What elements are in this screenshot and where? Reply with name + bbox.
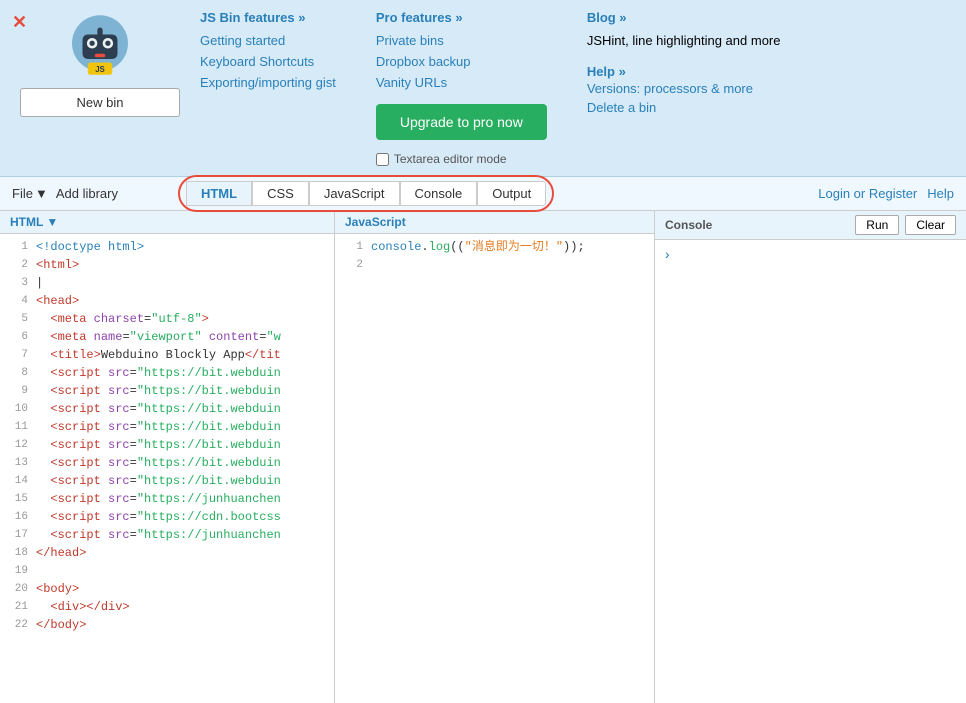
vanity-urls-link[interactable]: Vanity URLs: [376, 75, 547, 90]
code-line-6: 6 <meta name="viewport" content="w: [0, 328, 334, 346]
code-line-21: 21 <div></div>: [0, 598, 334, 616]
js-editor[interactable]: 1 console.log(("消息即为一切！")); 2: [335, 234, 654, 703]
console-output: ›: [655, 240, 966, 703]
code-line-22: 22</body>: [0, 616, 334, 634]
console-title: Console: [665, 218, 712, 232]
console-buttons: Run Clear: [855, 215, 956, 235]
jsbin-logo: JS: [65, 10, 135, 80]
file-label: File: [12, 186, 33, 201]
file-dropdown-icon: ▼: [35, 186, 48, 201]
code-line-10: 10 <script src="https://bit.webduin: [0, 400, 334, 418]
tab-console[interactable]: Console: [400, 181, 478, 206]
code-line-1: 1<!doctype html>: [0, 238, 334, 256]
code-line-15: 15 <script src="https://junhuanchen: [0, 490, 334, 508]
toolbar: File ▼ Add library HTML CSS JavaScript C…: [0, 177, 966, 211]
tab-css[interactable]: CSS: [252, 181, 309, 206]
help-link[interactable]: Help: [927, 186, 954, 201]
run-button[interactable]: Run: [855, 215, 899, 235]
code-line-8: 8 <script src="https://bit.webduin: [0, 364, 334, 382]
versions-link[interactable]: Versions: processors & more: [587, 81, 781, 96]
code-line-14: 14 <script src="https://bit.webduin: [0, 472, 334, 490]
logo-area: JS New bin: [20, 10, 180, 117]
console-panel: Console Run Clear ›: [655, 211, 966, 703]
blog-col: Blog » JSHint, line highlighting and mor…: [587, 10, 781, 166]
code-line-2: 2<html>: [0, 256, 334, 274]
code-line-20: 20<body>: [0, 580, 334, 598]
js-panel-header: JavaScript: [335, 211, 654, 234]
console-arrow: ›: [663, 248, 671, 264]
textarea-mode-checkbox[interactable]: [376, 153, 389, 166]
code-line-17: 17 <script src="https://junhuanchen: [0, 526, 334, 544]
html-panel-title: HTML: [10, 215, 43, 229]
js-code-line-2: 2: [335, 256, 654, 274]
html-panel-dropdown-icon[interactable]: ▼: [46, 215, 58, 229]
add-library-button[interactable]: Add library: [56, 186, 118, 201]
code-line-19: 19: [0, 562, 334, 580]
new-bin-button[interactable]: New bin: [20, 88, 180, 117]
blog-link[interactable]: JSHint, line highlighting and more: [587, 33, 781, 48]
js-code-line-1: 1 console.log(("消息即为一切！"));: [335, 238, 654, 256]
upgrade-button[interactable]: Upgrade to pro now: [376, 104, 547, 140]
textarea-mode-label: Textarea editor mode: [394, 152, 507, 166]
top-navigation: JS New bin JS Bin features » Getting sta…: [0, 0, 966, 177]
login-register-link[interactable]: Login or Register: [818, 186, 917, 201]
clear-button[interactable]: Clear: [905, 215, 956, 235]
keyboard-shortcuts-link[interactable]: Keyboard Shortcuts: [200, 54, 336, 69]
tab-output[interactable]: Output: [477, 181, 546, 206]
code-line-5: 5 <meta charset="utf-8">: [0, 310, 334, 328]
code-line-18: 18</head>: [0, 544, 334, 562]
svg-text:JS: JS: [95, 65, 105, 74]
code-line-11: 11 <script src="https://bit.webduin: [0, 418, 334, 436]
file-menu[interactable]: File ▼: [12, 186, 48, 201]
private-bins-link[interactable]: Private bins: [376, 33, 547, 48]
code-line-4: 4<head>: [0, 292, 334, 310]
pro-features-col: Pro features » Private bins Dropbox back…: [376, 10, 547, 166]
code-line-13: 13 <script src="https://bit.webduin: [0, 454, 334, 472]
jsbin-features-col: JS Bin features » Getting started Keyboa…: [200, 10, 336, 166]
jsbin-features-title: JS Bin features »: [200, 10, 336, 25]
delete-bin-link[interactable]: Delete a bin: [587, 100, 781, 115]
tab-html[interactable]: HTML: [186, 181, 252, 206]
tab-group: HTML CSS JavaScript Console Output: [186, 181, 546, 206]
js-panel-title: JavaScript: [345, 215, 406, 229]
code-line-7: 7 <title>Webduino Blockly App</tit: [0, 346, 334, 364]
nav-columns: JS Bin features » Getting started Keyboa…: [200, 10, 946, 166]
console-header: Console Run Clear: [655, 211, 966, 240]
code-line-9: 9 <script src="https://bit.webduin: [0, 382, 334, 400]
toolbar-right: Login or Register Help: [818, 186, 954, 201]
exporting-link[interactable]: Exporting/importing gist: [200, 75, 336, 90]
help-title: Help »: [587, 64, 781, 79]
html-panel: HTML ▼ 1<!doctype html> 2<html> 3| 4<hea…: [0, 211, 335, 703]
code-line-16: 16 <script src="https://cdn.bootcss: [0, 508, 334, 526]
close-button[interactable]: ✕: [12, 12, 27, 33]
code-line-3: 3|: [0, 274, 334, 292]
dropbox-backup-link[interactable]: Dropbox backup: [376, 54, 547, 69]
getting-started-link[interactable]: Getting started: [200, 33, 336, 48]
code-line-12: 12 <script src="https://bit.webduin: [0, 436, 334, 454]
editor-area: HTML ▼ 1<!doctype html> 2<html> 3| 4<hea…: [0, 211, 966, 703]
pro-features-title: Pro features »: [376, 10, 547, 25]
js-panel: JavaScript 1 console.log(("消息即为一切！")); 2: [335, 211, 655, 703]
tab-javascript[interactable]: JavaScript: [309, 181, 400, 206]
blog-title: Blog »: [587, 10, 781, 25]
html-panel-header: HTML ▼: [0, 211, 334, 234]
html-editor[interactable]: 1<!doctype html> 2<html> 3| 4<head> 5 <m…: [0, 234, 334, 703]
